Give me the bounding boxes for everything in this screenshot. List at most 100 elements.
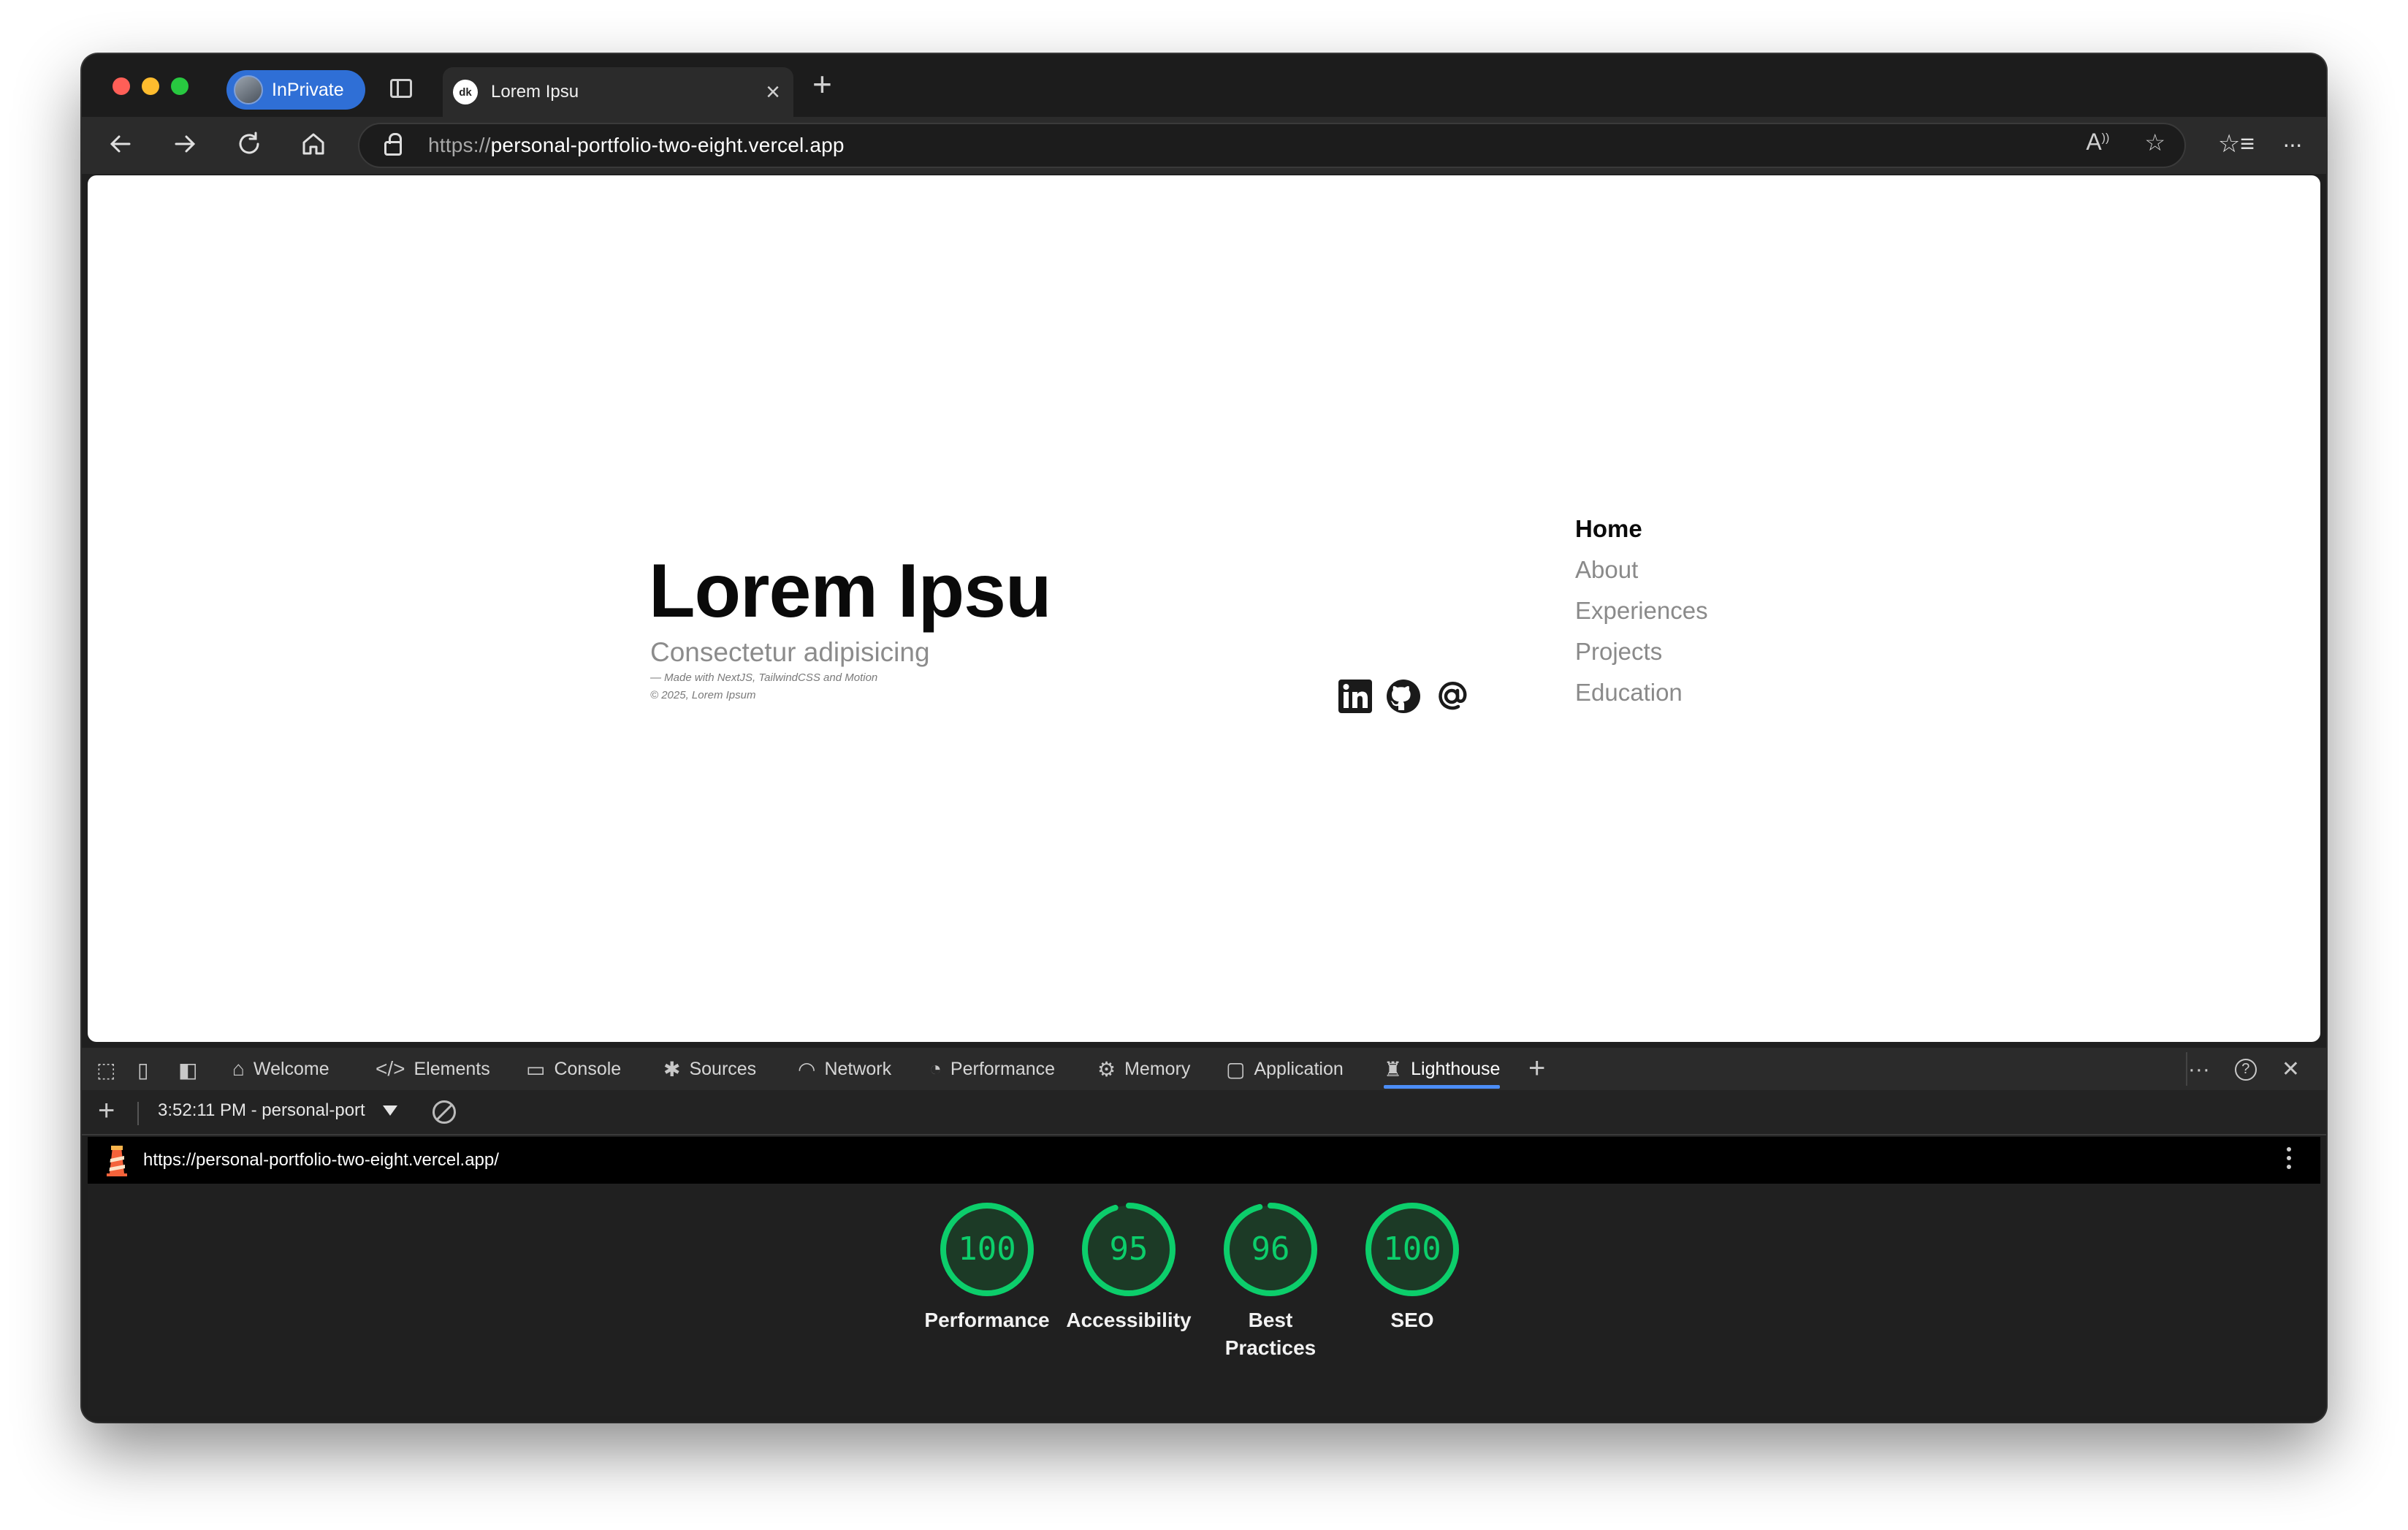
reload-button[interactable]	[228, 123, 270, 165]
browser-window: InPrivate dk Lorem Ipsu × + https://pers…	[82, 54, 2326, 1422]
devtools-tabbar: ⬚ ▯ ◧ ⌂ Welcome </> Elements ▭ Console ✱ Sou…	[82, 1048, 2326, 1090]
lighthouse-icon: ♜	[1384, 1057, 1403, 1081]
favorites-list-icon: ☆≡	[2217, 130, 2255, 158]
score-label: Accessibility	[1066, 1309, 1192, 1331]
avatar	[234, 75, 263, 104]
score-value: 100	[958, 1230, 1016, 1268]
minimize-window-button[interactable]	[142, 77, 159, 95]
add-tab-icon[interactable]: +	[1528, 1052, 1545, 1085]
new-report-icon[interactable]: +	[98, 1095, 115, 1127]
home-icon	[302, 133, 324, 155]
score-gauge-accessibility[interactable]: 95 Accessibility	[1059, 1201, 1198, 1334]
devtools-tab-label: Memory	[1124, 1058, 1191, 1079]
devtools-tab-lighthouse[interactable]: ♜ Lighthouse	[1384, 1048, 1501, 1090]
at-sign-icon[interactable]	[1433, 678, 1470, 715]
inprivate-label: InPrivate	[272, 79, 344, 100]
more-dots-icon: ···	[2282, 130, 2303, 157]
chip-icon: ⚙	[1097, 1057, 1116, 1081]
devtools-tab-label: Elements	[414, 1058, 490, 1079]
score-ring: 100	[1365, 1203, 1459, 1296]
more-options-icon[interactable]: ···	[2188, 1057, 2210, 1082]
report-url-bar: https://personal-portfolio-two-eight.ver…	[88, 1137, 2320, 1184]
credit-line: — Made with NextJS, TailwindCSS and Moti…	[650, 671, 878, 684]
nav-link-education[interactable]: Education	[1575, 672, 1708, 713]
github-icon[interactable]	[1385, 678, 1422, 715]
devtools-tab-label: Network	[824, 1058, 892, 1079]
report-url[interactable]: https://personal-portfolio-two-eight.ver…	[143, 1150, 499, 1171]
tab-actions-icon[interactable]	[390, 79, 412, 98]
favorite-star-icon[interactable]: ☆	[2144, 129, 2165, 156]
inprivate-profile-button[interactable]: InPrivate	[226, 70, 365, 110]
back-button[interactable]	[99, 123, 142, 165]
score-ring: 95	[1082, 1203, 1176, 1296]
page-title: Lorem Ipsu	[649, 549, 1052, 633]
console-icon: ▭	[526, 1057, 546, 1081]
report-menu-icon[interactable]	[2287, 1147, 2291, 1169]
devtools-tab-label: Performance	[950, 1058, 1056, 1079]
dock-side-icon[interactable]: ◧	[178, 1058, 197, 1082]
nav-link-experiences[interactable]: Experiences	[1575, 590, 1708, 631]
devtools-tab-elements[interactable]: </> Elements	[376, 1048, 490, 1090]
lighthouse-scores: 100 Performance 95 Accessibility 96 Best…	[88, 1184, 2320, 1416]
close-devtools-icon[interactable]: ✕	[2282, 1057, 2300, 1082]
site-nav: Home About Experiences Projects Educatio…	[1575, 509, 1708, 713]
devtools-tab-label: Lighthouse	[1411, 1058, 1501, 1079]
zoom-window-button[interactable]	[171, 77, 188, 95]
forward-button[interactable]	[164, 123, 206, 165]
score-value: 100	[1383, 1230, 1441, 1268]
score-value: 96	[1251, 1230, 1290, 1268]
wifi-icon: ◠	[798, 1057, 816, 1081]
score-label: SEO	[1390, 1309, 1434, 1331]
devtools-tab-label: Welcome	[253, 1058, 329, 1079]
nav-link-about[interactable]: About	[1575, 549, 1708, 590]
lighthouse-logo-icon	[107, 1146, 127, 1176]
help-icon[interactable]: ?	[2234, 1058, 2257, 1081]
score-label: Performance	[924, 1309, 1050, 1331]
devtools-tab-performance[interactable]: ◔ Performance	[929, 1048, 1055, 1090]
home-button[interactable]	[292, 123, 335, 165]
devtools-tab-label: Sources	[689, 1058, 757, 1079]
linkedin-icon[interactable]	[1337, 678, 1373, 715]
nav-link-projects[interactable]: Projects	[1575, 631, 1708, 672]
devtools-tab-memory[interactable]: ⚙ Memory	[1097, 1048, 1190, 1090]
copyright-line: © 2025, Lorem Ipsum	[650, 689, 756, 701]
score-gauge-best-practices[interactable]: 96 Best Practices	[1201, 1201, 1340, 1362]
devtools-tab-network[interactable]: ◠ Network	[798, 1048, 891, 1090]
arrow-right-icon	[175, 135, 196, 153]
window-icon: ▢	[1226, 1057, 1246, 1081]
score-gauge-seo[interactable]: 100 SEO	[1343, 1201, 1482, 1334]
credits: — Made with NextJS, TailwindCSS and Moti…	[650, 669, 877, 704]
favicon: dk	[453, 80, 478, 104]
new-tab-button[interactable]: +	[812, 67, 832, 101]
clear-reports-icon[interactable]	[433, 1100, 456, 1124]
browser-tab[interactable]: dk Lorem Ipsu ×	[443, 67, 793, 117]
speedometer-icon: ◔	[929, 1057, 942, 1080]
tab-strip: InPrivate dk Lorem Ipsu × +	[82, 54, 2326, 117]
nav-link-home[interactable]: Home	[1575, 509, 1708, 549]
report-selector[interactable]: 3:52:11 PM - personal-port	[158, 1100, 397, 1121]
chevron-down-icon	[382, 1105, 397, 1116]
address-bar[interactable]: https://personal-portfolio-two-eight.ver…	[358, 123, 2186, 168]
close-tab-icon[interactable]: ×	[766, 80, 780, 104]
devtools-tab-sources[interactable]: ✱ Sources	[663, 1048, 756, 1090]
page-viewport: Lorem Ipsu Consectetur adipisicing — Mad…	[88, 175, 2320, 1042]
lock-icon[interactable]	[384, 133, 402, 156]
score-gauge-performance[interactable]: 100 Performance	[918, 1201, 1056, 1334]
read-aloud-icon[interactable]: A))	[2086, 129, 2109, 156]
inspect-element-icon[interactable]: ⬚	[96, 1058, 115, 1082]
bug-icon: ✱	[663, 1057, 681, 1081]
social-links	[1337, 678, 1470, 715]
tab-title: Lorem Ipsu	[491, 82, 579, 102]
page-subtitle: Consectetur adipisicing	[650, 637, 930, 667]
device-emulation-icon[interactable]: ▯	[137, 1058, 148, 1082]
devtools-tab-welcome[interactable]: ⌂ Welcome	[232, 1048, 329, 1090]
devtools-tab-application[interactable]: ▢ Application	[1226, 1048, 1344, 1090]
more-menu-button[interactable]: ···	[2271, 123, 2313, 165]
devtools-tab-label: Application	[1254, 1058, 1344, 1079]
close-window-button[interactable]	[113, 77, 130, 95]
devtools-tab-label: Console	[554, 1058, 622, 1079]
divider	[2186, 1052, 2187, 1086]
home-icon: ⌂	[232, 1057, 245, 1080]
favorites-button[interactable]: ☆≡	[2215, 123, 2258, 165]
devtools-tab-console[interactable]: ▭ Console	[526, 1048, 621, 1090]
